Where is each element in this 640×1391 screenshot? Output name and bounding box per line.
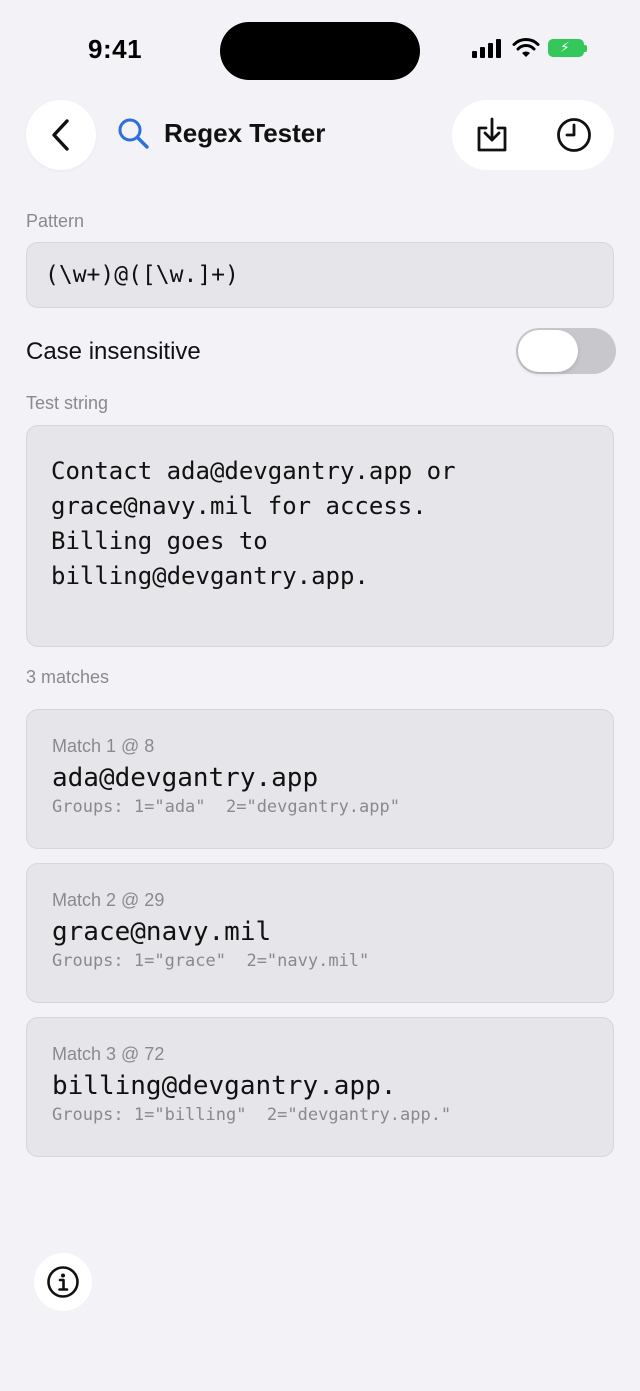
match-card-3[interactable]: Match 3 @ 72 billing@devgantry.app. Grou… xyxy=(26,1017,614,1157)
match-text: ada@devgantry.app xyxy=(52,763,319,793)
match-card-1[interactable]: Match 1 @ 8 ada@devgantry.app Groups: 1=… xyxy=(26,709,614,849)
match-text: grace@navy.mil xyxy=(52,917,272,947)
match-card-2[interactable]: Match 2 @ 29 grace@navy.mil Groups: 1="g… xyxy=(26,863,614,1003)
toggle-knob xyxy=(518,330,578,372)
header-actions xyxy=(452,100,614,170)
match-groups: Groups: 1="grace" 2="navy.mil" xyxy=(52,951,370,971)
match-groups: Groups: 1="ada" 2="devgantry.app" xyxy=(52,797,400,817)
pattern-input[interactable]: (\w+)@([\w.]+) xyxy=(26,242,614,308)
page-title-group: Regex Tester xyxy=(116,116,325,150)
page-title: Regex Tester xyxy=(164,117,326,148)
cellular-signal-icon xyxy=(472,39,501,58)
clock-icon xyxy=(557,118,591,152)
match-groups: Groups: 1="billing" 2="devgantry.app." xyxy=(52,1105,452,1125)
status-time: 9:41 xyxy=(88,34,143,64)
test-string-input[interactable]: Contact ada@devgantry.app or grace@navy.… xyxy=(26,425,614,647)
chevron-left-icon xyxy=(52,119,69,151)
download-tray-icon xyxy=(477,117,507,152)
dynamic-island xyxy=(220,22,420,80)
search-icon xyxy=(118,118,149,149)
status-icons: ⚡ xyxy=(472,38,587,58)
match-text: billing@devgantry.app. xyxy=(52,1071,397,1101)
match-header: Match 3 @ 72 xyxy=(52,1044,165,1064)
case-insensitive-toggle[interactable] xyxy=(516,328,616,374)
wifi-icon xyxy=(512,38,540,57)
battery-icon: ⚡ xyxy=(548,39,587,57)
pattern-label: Pattern xyxy=(26,211,85,231)
export-button[interactable] xyxy=(472,115,512,155)
back-button[interactable] xyxy=(26,100,96,170)
info-icon xyxy=(47,1266,79,1298)
match-header: Match 1 @ 8 xyxy=(52,736,155,756)
match-count: 3 matches xyxy=(26,667,110,687)
match-header: Match 2 @ 29 xyxy=(52,890,165,910)
history-button[interactable] xyxy=(554,115,594,155)
test-string-label: Test string xyxy=(26,393,109,413)
case-insensitive-label: Case insensitive xyxy=(26,338,201,365)
info-button[interactable] xyxy=(34,1253,92,1311)
